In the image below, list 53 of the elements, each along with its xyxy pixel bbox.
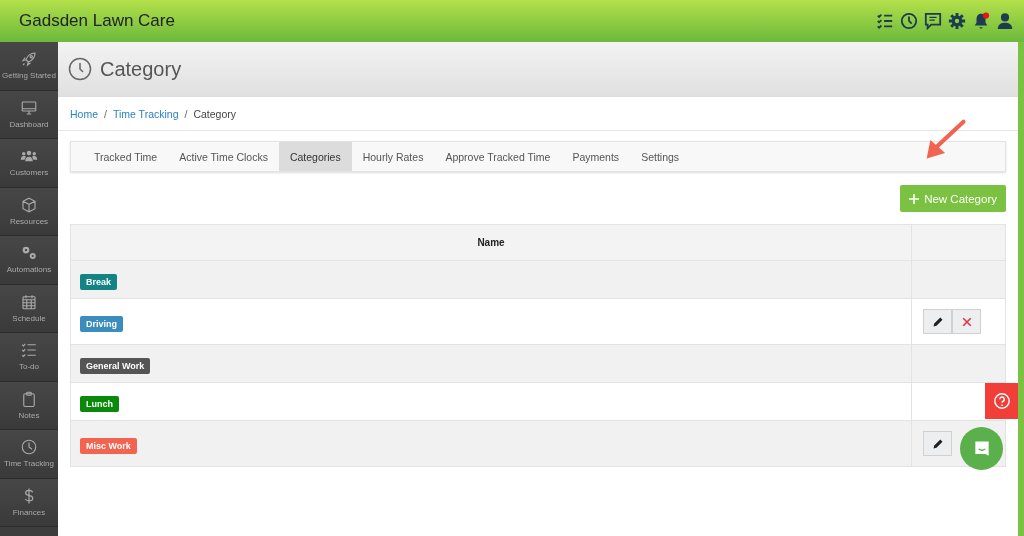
category-tag: Lunch	[80, 395, 119, 412]
breadcrumb-link[interactable]: Home	[70, 107, 98, 120]
sidebar-item[interactable]: To-do	[0, 333, 58, 382]
sidebar-item[interactable]: Time Tracking	[0, 430, 58, 479]
sidebar-item[interactable]: Dashboard	[0, 90, 58, 139]
monitor-icon	[20, 98, 38, 117]
tab[interactable]: Categories	[278, 142, 352, 171]
calendar-icon	[20, 292, 38, 311]
sidebar-item[interactable]: Notes	[0, 381, 58, 430]
help-button[interactable]	[985, 383, 1018, 419]
tab[interactable]: Active Time Clocks	[168, 142, 279, 171]
settings-icon[interactable]	[948, 12, 966, 30]
page-title: Category	[100, 57, 182, 81]
checklist-icon	[20, 341, 38, 360]
breadcrumb-link[interactable]: Time Tracking	[112, 107, 179, 120]
tab[interactable]: Approve Tracked Time	[434, 142, 562, 171]
edit-button[interactable]	[923, 309, 952, 334]
scrollbar[interactable]	[1018, 42, 1024, 536]
clock-icon	[68, 57, 92, 81]
sidebar-item[interactable]: Resources	[0, 187, 58, 236]
category-tag: Misc Work	[80, 437, 137, 454]
column-header: Name	[70, 224, 912, 261]
help-icon	[992, 392, 1011, 410]
pencil-icon	[931, 315, 944, 328]
clipboard-icon	[20, 389, 38, 408]
close-icon	[960, 315, 973, 328]
category-tag: Break	[80, 273, 118, 290]
cube-icon	[20, 195, 38, 214]
clock-icon[interactable]	[900, 12, 918, 30]
sidebar-item[interactable]: Customers	[0, 139, 58, 188]
clock-icon	[20, 438, 38, 457]
pencil-icon	[931, 437, 944, 450]
sidebar-item[interactable]: Getting Started	[0, 42, 58, 91]
breadcrumb-separator: /	[184, 107, 188, 120]
chat-icon[interactable]	[924, 12, 942, 30]
breadcrumb-separator: /	[104, 107, 107, 120]
plus-icon	[909, 193, 920, 204]
sidebar-item[interactable]: Schedule	[0, 284, 58, 333]
user-icon[interactable]	[996, 12, 1014, 30]
app-title: Gadsden Lawn Care	[19, 11, 175, 31]
sidebar-item[interactable]: Finances	[0, 478, 58, 527]
edit-button[interactable]	[923, 431, 952, 456]
rocket-icon	[20, 50, 38, 69]
bell-icon[interactable]	[972, 12, 990, 30]
category-tag: General Work	[80, 357, 151, 374]
checklist-icon[interactable]	[876, 12, 894, 30]
breadcrumb-current: Category	[193, 107, 236, 120]
tab[interactable]: Tracked Time	[83, 142, 169, 171]
sidebar-item[interactable]: Automations	[0, 236, 58, 285]
tab[interactable]: Settings	[630, 142, 691, 171]
category-tag: Driving	[80, 315, 123, 332]
tab[interactable]: Hourly Rates	[351, 142, 435, 171]
tab[interactable]: Payments	[561, 142, 631, 171]
